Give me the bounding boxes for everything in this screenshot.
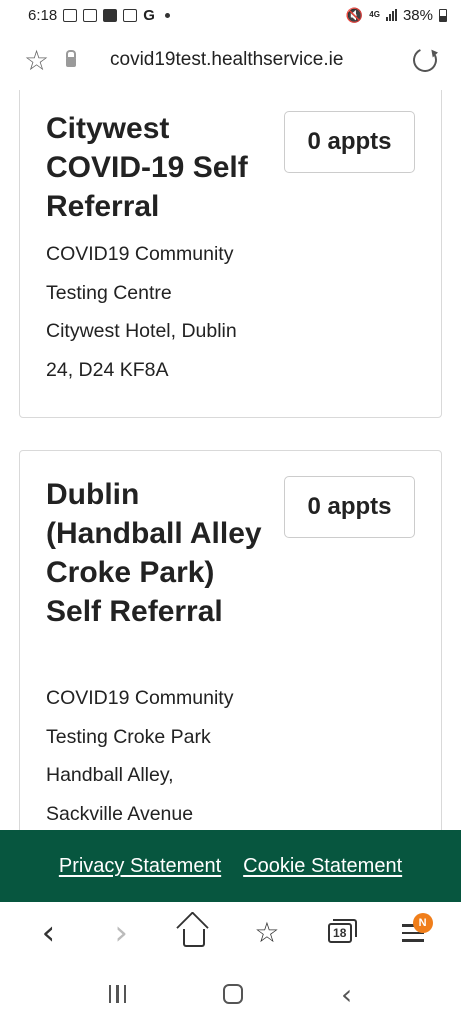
home-button[interactable] [174,913,214,953]
card-address: COVID19 Community Testing Croke Park Han… [46,679,233,830]
page-content: Citywest COVID-19 Self Referral 0 appts … [0,90,461,830]
signal-icon [385,9,397,21]
forward-button[interactable]: › [101,913,141,953]
tabs-button[interactable]: 18 [320,913,360,953]
battery-icon [439,8,447,22]
appts-button[interactable]: 0 appts [284,111,415,173]
testing-centre-card: Citywest COVID-19 Self Referral 0 appts … [19,90,442,418]
notification-icon [63,8,78,22]
mute-icon: 🔇 [345,6,364,23]
clock: 6:18 [28,6,58,24]
reload-icon[interactable] [409,44,441,76]
address-line: Citywest Hotel, Dublin [46,320,237,342]
home-icon [183,929,206,947]
tabs-icon: 18 [327,919,357,943]
url-text[interactable]: covid19test.healthservice.ie [110,49,413,71]
status-left: 6:18 G [28,7,170,24]
address-line: Handball Alley, [46,764,174,786]
address-line: 24, D24 KF8A [46,358,169,381]
url-bar: ☆ covid19test.healthservice.ie [0,30,461,90]
cookie-statement-link[interactable]: Cookie Statement [243,855,402,878]
site-footer: Privacy Statement Cookie Statement [0,830,461,902]
system-nav-bar: ‹ [0,964,461,1024]
image-notification-icon [123,8,138,22]
checkbox-notification-icon [103,8,118,22]
address-line: COVID19 Community [46,687,234,709]
appts-button[interactable]: 0 appts [284,476,415,538]
privacy-statement-link[interactable]: Privacy Statement [59,855,221,878]
address-line: Testing Centre [46,281,172,304]
card-address: COVID19 Community Testing Centre Citywes… [46,235,237,389]
card-title: Citywest COVID-19 Self Referral [46,112,248,223]
recent-apps-button[interactable] [108,985,126,1003]
menu-badge: N [412,913,433,933]
browser-toolbar: ‹ › ☆ 18 N [0,902,461,964]
address-line: COVID19 Community [46,243,234,265]
address-line: Testing Croke Park [46,725,211,748]
lock-icon[interactable] [66,50,76,67]
chevron-left-icon: ‹ [41,913,56,953]
address-line: Sackville Avenue [46,802,194,825]
bookmarks-icon: ☆ [254,917,280,948]
system-back-button[interactable]: ‹ [341,978,352,1011]
menu-button[interactable]: N [393,913,433,953]
card-title: Dublin (Handball Alley Croke Park) Self … [46,478,262,628]
battery-percent: 38% [402,6,433,24]
notification-icon [83,8,98,22]
back-button[interactable]: ‹ [28,913,68,953]
status-bar: 6:18 G 🔇 4G 38% [0,0,461,30]
google-notification-icon: G [143,6,155,24]
testing-centre-card: Dublin (Handball Alley Croke Park) Self … [19,450,442,830]
more-notifications-icon [164,12,170,18]
network-type: 4G [369,10,380,19]
chevron-right-icon: › [114,913,129,953]
bookmark-star-icon[interactable]: ☆ [24,44,60,77]
status-right: 🔇 4G 38% [346,7,447,24]
bookmarks-button[interactable]: ☆ [247,913,287,953]
system-home-button[interactable] [223,984,244,1004]
